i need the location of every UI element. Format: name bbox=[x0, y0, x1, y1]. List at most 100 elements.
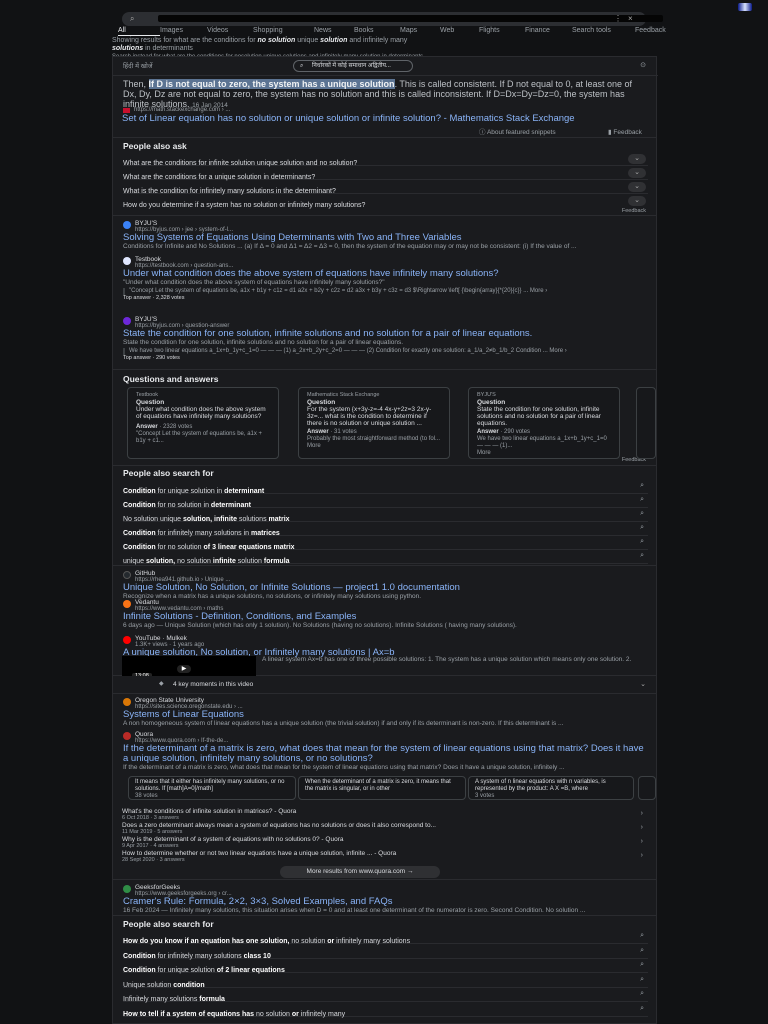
paa-question[interactable]: What is the condition for infinitely man… bbox=[123, 180, 648, 195]
settings-icon[interactable]: ⊙ bbox=[640, 61, 646, 69]
more-quora-label: More results from www.quora.com bbox=[306, 868, 406, 875]
chevron-right-icon: › bbox=[640, 810, 643, 817]
qa-more-link[interactable]: More bbox=[307, 443, 441, 450]
feedback-text: Feedback bbox=[613, 129, 642, 136]
qa-votes: · 2328 votes bbox=[159, 424, 193, 430]
related-search[interactable]: Condition for infinitely many solutions … bbox=[123, 945, 648, 960]
byjus-favicon bbox=[123, 221, 131, 229]
feedback-link[interactable]: Feedback bbox=[622, 208, 646, 215]
more-quora-results-button[interactable]: More results from www.quora.com → bbox=[280, 866, 440, 878]
quora-related-row[interactable]: Why is the determinant of a system of eq… bbox=[122, 836, 647, 850]
related-search[interactable]: No solution unique solution, infinite so… bbox=[123, 508, 648, 523]
tab-finance[interactable]: Finance bbox=[525, 26, 572, 36]
search-box[interactable]: ⌕ ⋮ × bbox=[122, 12, 663, 26]
tab-web[interactable]: Web bbox=[440, 26, 479, 36]
tab-search-tools[interactable]: Search tools bbox=[572, 26, 635, 36]
result-title-link[interactable]: State the condition for one solution, in… bbox=[123, 329, 648, 339]
feedback-link[interactable]: ▮ Feedback bbox=[608, 129, 642, 136]
chevron-down-icon[interactable]: ⌄ bbox=[628, 168, 646, 178]
play-icon[interactable]: ▶ bbox=[177, 665, 191, 673]
quora-answer-card[interactable]: It means that it either has infinitely m… bbox=[128, 776, 296, 800]
result-title-link[interactable]: Unique Solution, No Solution, or Infinit… bbox=[123, 583, 648, 593]
corrected-term[interactable]: solution bbox=[320, 37, 347, 44]
youtube-favicon bbox=[123, 636, 131, 644]
paa-question[interactable]: What are the conditions for a unique sol… bbox=[123, 166, 648, 181]
result-title-link[interactable]: Infinite Solutions - Definition, Conditi… bbox=[123, 612, 648, 622]
related-search[interactable]: Condition for infinitely many solutions … bbox=[123, 522, 648, 537]
quora-answer-text: When the determinant of a matrix is zero… bbox=[305, 779, 451, 792]
related-search[interactable]: Condition for no solution in determinant… bbox=[123, 494, 648, 509]
related-search[interactable]: unique solution, no solution infinite so… bbox=[123, 550, 648, 565]
tab-images[interactable]: Images bbox=[160, 26, 207, 36]
tab-all[interactable]: All bbox=[118, 26, 160, 36]
related-search[interactable]: Condition for no solution of 3 linear eq… bbox=[123, 536, 648, 551]
tab-feedback[interactable]: Feedback bbox=[635, 26, 677, 36]
tab-videos[interactable]: Videos bbox=[207, 26, 253, 36]
related-search[interactable]: How to tell if a system of equations has… bbox=[123, 1003, 648, 1018]
related-search[interactable]: How do you know if an equation has one s… bbox=[123, 930, 648, 945]
result-title-link[interactable]: Systems of Linear Equations bbox=[123, 710, 648, 720]
quora-favicon bbox=[123, 732, 131, 740]
quora-related-row[interactable]: What's the conditions of infinite soluti… bbox=[122, 808, 647, 822]
github-favicon bbox=[123, 571, 131, 579]
qa-question: For the system {x+3y-z=-4 4x-y+2z=3 2x-y… bbox=[307, 406, 432, 427]
related-search[interactable]: Unique solution condition ⌕ bbox=[123, 974, 648, 989]
result-title-link[interactable]: If the determinant of a matrix is zero, … bbox=[123, 744, 648, 764]
qa-card-partial[interactable] bbox=[636, 387, 656, 459]
result-title-link[interactable]: Under what condition does the above syst… bbox=[123, 269, 648, 279]
snippet-text: Then, If D is not equal to zero, the sys… bbox=[123, 79, 648, 109]
key-moments-bar[interactable]: ◆ 4 key moments in this video ⌄ bbox=[112, 676, 657, 694]
featured-title-link[interactable]: Set of Linear equation has no solution o… bbox=[122, 114, 642, 124]
quora-related-row[interactable]: Does a zero determinant always mean a sy… bbox=[122, 822, 647, 836]
quora-related-row[interactable]: How to determine whether or not two line… bbox=[122, 850, 647, 864]
kebab-icon[interactable]: ⋮ bbox=[614, 13, 622, 25]
result-title-link[interactable]: Cramer's Rule: Formula, 2×2, 3×3, Solved… bbox=[123, 897, 648, 907]
qa-votes: · 290 votes bbox=[500, 429, 531, 435]
qa-answer: Probably the most straightforward method… bbox=[307, 436, 441, 442]
chevron-down-icon[interactable]: ⌄ bbox=[628, 154, 646, 164]
chevron-down-icon[interactable]: ⌄ bbox=[640, 680, 646, 688]
oregon-state-favicon bbox=[123, 698, 131, 706]
qa-card[interactable]: Testbook Question Under what condition d… bbox=[127, 387, 279, 459]
result-title-link[interactable]: Solving Systems of Equations Using Deter… bbox=[123, 233, 648, 243]
result-site: BYJU'S bbox=[135, 220, 158, 227]
qa-card[interactable]: BYJU'S Question State the condition for … bbox=[468, 387, 620, 459]
quora-answer-card-partial[interactable] bbox=[638, 776, 656, 800]
search-icon: ⌕ bbox=[640, 932, 644, 939]
translate-query: निर्धारकों में कोई समाधान अद्वितीय... bbox=[312, 63, 391, 69]
chevron-down-icon[interactable]: ⌄ bbox=[628, 182, 646, 192]
chevron-down-icon[interactable]: ⌄ bbox=[628, 196, 646, 206]
clear-icon[interactable]: × bbox=[628, 13, 633, 25]
result-site: GitHub bbox=[135, 570, 156, 577]
qa-card[interactable]: Mathematics Stack Exchange Question For … bbox=[298, 387, 450, 459]
quora-answer-text: A system of n linear equations with n va… bbox=[475, 779, 606, 792]
results-group-4: GeeksforGeeks https://www.geeksforgeeks.… bbox=[112, 880, 657, 916]
tab-books[interactable]: Books bbox=[354, 26, 400, 36]
paa-question[interactable]: How do you determine if a system has no … bbox=[123, 194, 648, 209]
chevron-right-icon: › bbox=[640, 824, 643, 831]
translate-search-chip[interactable]: ⌕ निर्धारकों में कोई समाधान अद्वितीय... bbox=[293, 60, 413, 72]
related-search[interactable]: Infinitely many solutions formula ⌕ bbox=[123, 988, 648, 1003]
corrected-term[interactable]: no solution bbox=[258, 37, 296, 44]
qa-more-link[interactable]: More bbox=[477, 450, 611, 457]
showing-text: in determinants bbox=[143, 45, 193, 52]
quora-answer-card[interactable]: A system of n linear equations with n va… bbox=[468, 776, 634, 800]
corrected-term[interactable]: solutions bbox=[112, 45, 143, 52]
result-description: A non homogeneous system of linear equat… bbox=[123, 720, 564, 727]
tab-shopping[interactable]: Shopping bbox=[253, 26, 314, 36]
quora-related-title: What's the conditions of infinite soluti… bbox=[122, 808, 297, 815]
search-result: BYJU'S https://byjus.com › question-answ… bbox=[123, 316, 648, 362]
tab-news[interactable]: News bbox=[314, 26, 354, 36]
quora-answer-card[interactable]: When the determinant of a matrix is zero… bbox=[298, 776, 466, 800]
about-snippets-link[interactable]: ⓘ About featured snippets bbox=[479, 129, 556, 136]
avatar[interactable] bbox=[738, 3, 752, 11]
related-search[interactable]: Condition for unique solution in determi… bbox=[123, 480, 648, 495]
tab-maps[interactable]: Maps bbox=[400, 26, 440, 36]
paa-question[interactable]: What are the conditions for infinite sol… bbox=[123, 152, 648, 167]
search-result: GitHub https://rhea941.github.io › Uniqu… bbox=[123, 570, 648, 600]
search-results-page: ⌕ ⋮ × All Images Videos Shopping News Bo… bbox=[0, 0, 768, 1024]
tab-flights[interactable]: Flights bbox=[479, 26, 525, 36]
related-search[interactable]: Condition for unique solution of 2 linea… bbox=[123, 959, 648, 974]
people-also-search-for: People also search for How do you know i… bbox=[112, 916, 657, 1024]
search-query-redacted[interactable] bbox=[158, 15, 663, 22]
